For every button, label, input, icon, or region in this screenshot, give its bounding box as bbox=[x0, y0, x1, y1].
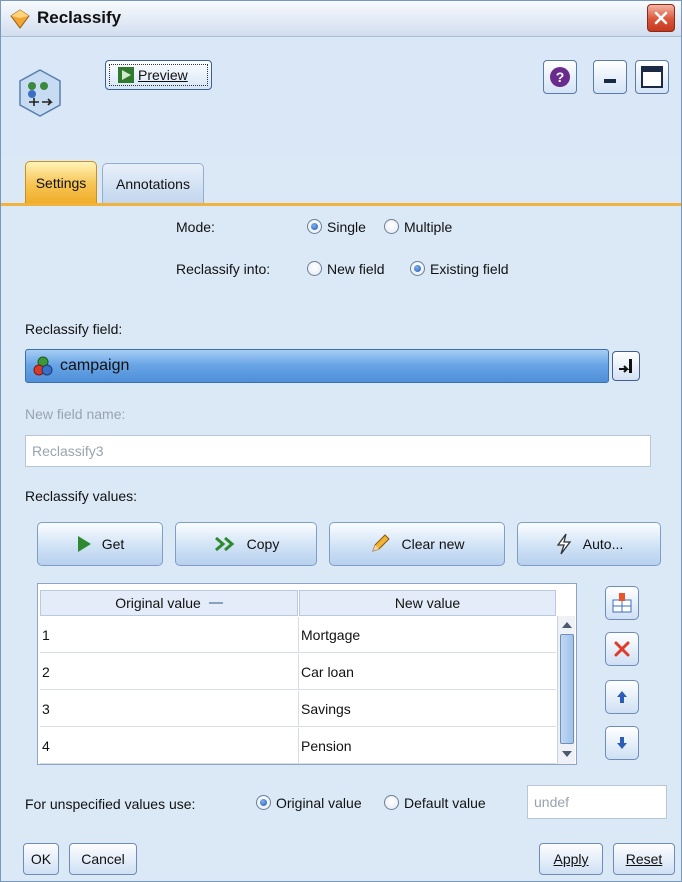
scrollbar-thumb[interactable] bbox=[560, 634, 574, 744]
reclassify-field-select[interactable]: campaign bbox=[25, 349, 609, 383]
sort-indicator-icon bbox=[208, 602, 223, 604]
copy-label: Copy bbox=[246, 536, 280, 552]
clear-new-label: Clear new bbox=[401, 536, 465, 552]
reclassify-node-icon bbox=[10, 9, 30, 29]
pencil-icon bbox=[372, 534, 391, 552]
mode-multiple-radio[interactable] bbox=[384, 219, 399, 234]
unspecified-default-radio[interactable] bbox=[384, 795, 399, 810]
apply-button[interactable]: Apply bbox=[539, 843, 603, 875]
cell-original[interactable]: 3 bbox=[40, 691, 50, 727]
ok-button[interactable]: OK bbox=[23, 843, 59, 875]
cancel-button[interactable]: Cancel bbox=[69, 843, 137, 875]
field-picker-icon bbox=[619, 359, 632, 373]
new-field-name-input[interactable]: Reclassify3 bbox=[25, 435, 651, 467]
move-up-button[interactable] bbox=[605, 680, 639, 714]
table-row[interactable]: 1 Mortgage bbox=[40, 617, 556, 653]
into-existing-field-radio[interactable] bbox=[410, 261, 425, 276]
tab-settings[interactable]: Settings bbox=[25, 161, 97, 203]
add-row-button[interactable] bbox=[605, 586, 639, 620]
table-row[interactable]: 4 Pension bbox=[40, 728, 556, 764]
unspecified-original-label: Original value bbox=[276, 795, 362, 811]
delete-icon bbox=[614, 641, 630, 657]
tab-annotations[interactable]: Annotations bbox=[102, 163, 204, 203]
reclassify-values-table[interactable]: Original value New value 1 Mortgage 2 Ca… bbox=[37, 583, 577, 765]
into-existing-field-label: Existing field bbox=[430, 261, 509, 277]
close-icon bbox=[654, 11, 668, 25]
table-row[interactable]: 2 Car loan bbox=[40, 654, 556, 690]
column-header-original[interactable]: Original value bbox=[40, 590, 298, 616]
cell-original[interactable]: 2 bbox=[40, 654, 50, 690]
cell-original[interactable]: 4 bbox=[40, 728, 50, 764]
maximize-button[interactable] bbox=[635, 60, 669, 94]
scroll-up-icon[interactable] bbox=[559, 618, 575, 632]
arrow-up-icon bbox=[617, 691, 627, 703]
preview-label: Preview bbox=[138, 67, 188, 83]
reclassify-into-label: Reclassify into: bbox=[176, 261, 271, 277]
get-label: Get bbox=[101, 536, 125, 552]
title-bar[interactable]: Reclassify bbox=[1, 1, 681, 37]
unspecified-default-label: Default value bbox=[404, 795, 486, 811]
toolbar: Preview ? bbox=[1, 38, 681, 156]
arrow-down-icon bbox=[617, 737, 627, 749]
reclassify-field-value: campaign bbox=[60, 357, 130, 374]
cell-new[interactable]: Mortgage bbox=[298, 617, 556, 653]
get-button[interactable]: Get bbox=[37, 522, 163, 566]
delete-row-button[interactable] bbox=[605, 632, 639, 666]
copy-button[interactable]: Copy bbox=[175, 522, 317, 566]
help-button[interactable]: ? bbox=[543, 60, 577, 94]
set-field-icon bbox=[33, 356, 53, 376]
reclassify-dialog: Reclassify Preview ? Settings Annotation… bbox=[0, 0, 682, 882]
tab-strip: Settings Annotations bbox=[1, 156, 681, 204]
preview-button[interactable]: Preview bbox=[105, 60, 212, 90]
unspecified-label: For unspecified values use: bbox=[25, 796, 196, 812]
cell-new[interactable]: Savings bbox=[298, 691, 556, 727]
reclassify-field-label: Reclassify field: bbox=[25, 321, 123, 337]
insert-row-icon bbox=[612, 593, 632, 613]
reset-button[interactable]: Reset bbox=[613, 843, 675, 875]
svg-text:?: ? bbox=[556, 69, 565, 85]
cell-new[interactable]: Car loan bbox=[298, 654, 556, 690]
lightning-icon bbox=[556, 533, 572, 555]
window-title: Reclassify bbox=[37, 8, 122, 27]
table-row[interactable]: 3 Savings bbox=[40, 691, 556, 727]
mode-single-label: Single bbox=[327, 219, 366, 235]
minimize-button[interactable] bbox=[593, 60, 627, 94]
help-icon: ? bbox=[550, 67, 570, 87]
mode-multiple-label: Multiple bbox=[404, 219, 453, 235]
column-header-new[interactable]: New value bbox=[299, 590, 556, 616]
column-header-original-label: Original value bbox=[115, 595, 201, 611]
table-scrollbar[interactable] bbox=[557, 616, 575, 764]
mode-single-radio[interactable] bbox=[307, 219, 322, 234]
default-value-input[interactable]: undef bbox=[527, 785, 667, 819]
move-down-button[interactable] bbox=[605, 726, 639, 760]
scroll-down-icon[interactable] bbox=[559, 747, 575, 761]
maximize-icon bbox=[641, 66, 663, 88]
clear-new-button[interactable]: Clear new bbox=[329, 522, 505, 566]
cell-original[interactable]: 1 bbox=[40, 617, 50, 653]
cell-new[interactable]: Pension bbox=[298, 728, 556, 764]
field-picker-button[interactable] bbox=[612, 351, 640, 381]
into-new-field-radio[interactable] bbox=[307, 261, 322, 276]
node-hexagon-icon bbox=[19, 69, 61, 117]
double-chevron-icon bbox=[214, 536, 234, 552]
play-icon bbox=[118, 67, 134, 83]
close-button[interactable] bbox=[647, 4, 675, 32]
mode-label: Mode: bbox=[176, 219, 215, 235]
auto-label: Auto... bbox=[582, 536, 624, 552]
minimize-icon bbox=[604, 79, 616, 83]
new-field-name-label: New field name: bbox=[25, 406, 126, 422]
reclassify-values-label: Reclassify values: bbox=[25, 488, 138, 504]
into-new-field-label: New field bbox=[327, 261, 385, 277]
settings-panel: Mode: Single Multiple Reclassify into: N… bbox=[1, 206, 681, 821]
auto-button[interactable]: Auto... bbox=[517, 522, 661, 566]
unspecified-original-radio[interactable] bbox=[256, 795, 271, 810]
play-icon bbox=[77, 536, 91, 552]
